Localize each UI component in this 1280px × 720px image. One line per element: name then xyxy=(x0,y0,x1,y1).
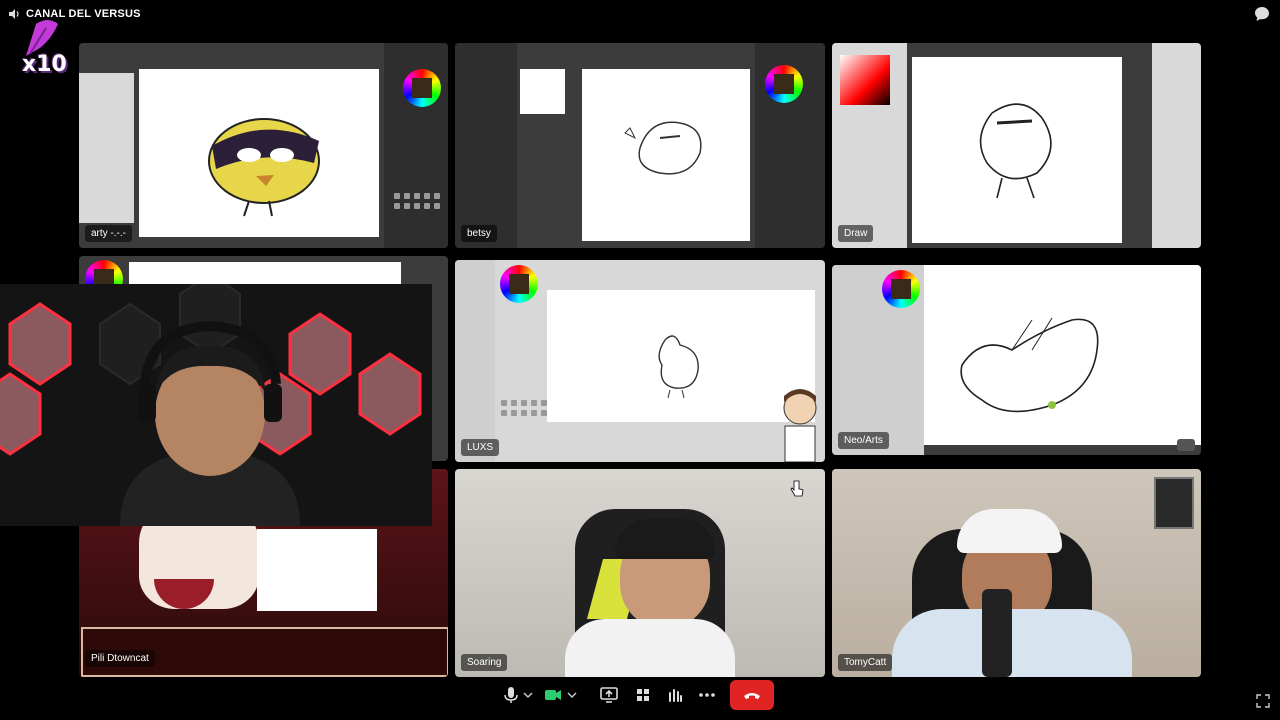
more-icon[interactable] xyxy=(696,684,718,706)
logo-text: x10 xyxy=(22,52,67,77)
participant-name: betsy xyxy=(461,225,497,242)
participant-tile-draw[interactable]: Draw xyxy=(832,43,1201,248)
participant-name: arty -.-.- xyxy=(85,225,132,242)
color-wheel xyxy=(403,69,441,107)
drawing-sketch xyxy=(624,121,702,175)
hexagon-background xyxy=(0,284,432,526)
effects-icon[interactable] xyxy=(664,684,686,706)
participant-name: Neo/Arts xyxy=(838,432,889,449)
drawing-sketch xyxy=(658,335,699,399)
grid-icon[interactable] xyxy=(632,684,654,706)
chevron-down-icon[interactable] xyxy=(566,684,578,706)
hangup-button[interactable] xyxy=(730,680,774,710)
screen-share-icon[interactable] xyxy=(598,684,620,706)
chevron-down-icon[interactable] xyxy=(522,684,534,706)
participant-tile-betsy[interactable]: betsy xyxy=(455,43,825,248)
expand-icon[interactable] xyxy=(1256,694,1270,708)
screen-share xyxy=(79,43,448,248)
participant-tile-soaring[interactable]: Soaring xyxy=(455,469,825,677)
streamer-webcam xyxy=(0,284,432,526)
call-controls xyxy=(492,680,792,710)
drawing-sketch xyxy=(960,317,1099,413)
hand-cursor-icon xyxy=(790,480,804,497)
mic-icon[interactable] xyxy=(500,684,522,706)
hangup-icon xyxy=(744,693,760,699)
participant-tile-arty[interactable]: arty -.-.- xyxy=(79,43,448,248)
camera-icon[interactable] xyxy=(542,684,564,706)
drawing-duck xyxy=(208,118,320,217)
participant-name: Pili Dtowncat xyxy=(85,650,155,667)
participant-name: Draw xyxy=(838,225,874,242)
chat-icon[interactable] xyxy=(1254,6,1270,22)
participant-tile-tomy[interactable]: TomyCatt xyxy=(832,469,1201,677)
channel-logo: x10 xyxy=(18,18,67,80)
avatar-character xyxy=(783,389,817,462)
participant-tile-neo[interactable]: Neo/Arts xyxy=(832,265,1201,455)
participant-name: Soaring xyxy=(461,654,508,671)
participant-tile-luxs[interactable]: LUXS xyxy=(455,260,825,462)
drawing-sketch xyxy=(979,103,1052,199)
top-bar: CANAL DEL VERSUS xyxy=(0,0,1280,28)
participant-name: LUXS xyxy=(461,439,500,456)
participant-name: TomyCatt xyxy=(838,654,893,671)
